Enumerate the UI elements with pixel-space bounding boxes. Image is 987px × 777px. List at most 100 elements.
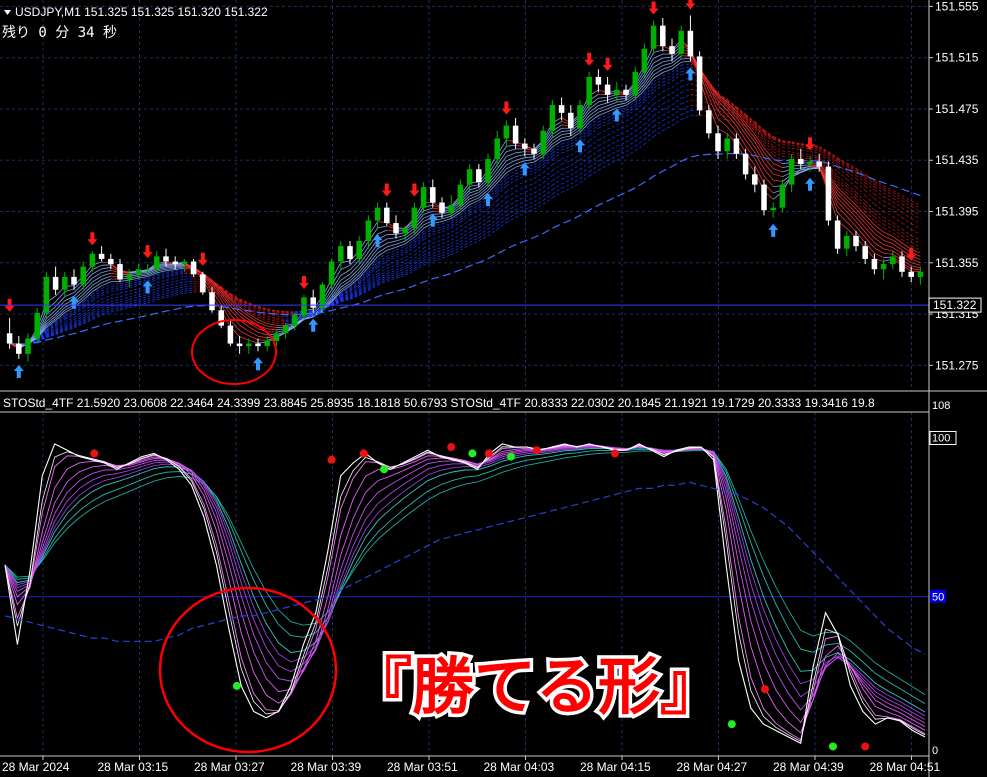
red-signal-dot (327, 455, 336, 464)
candle-body (71, 276, 77, 285)
candle-body (282, 325, 289, 334)
candle-body (273, 333, 280, 342)
green-signal-dot (232, 681, 241, 690)
candle-body (43, 276, 50, 313)
candle-body (338, 246, 344, 262)
green-signal-dot (727, 720, 736, 729)
candle-body (301, 297, 307, 316)
indicator-tick-label: 50 (932, 592, 944, 604)
price-tick-label: 151.395 (935, 205, 979, 219)
candle-body (402, 228, 408, 234)
chart-canvas[interactable]: 151.555 151.515 151.475 151.435 151.395 151.3… (0, 0, 987, 777)
candle-body (531, 148, 537, 154)
candle-body (154, 256, 160, 270)
candle-body (356, 241, 362, 259)
candle-body (825, 166, 832, 221)
candle-body (476, 169, 482, 183)
candle-body (577, 105, 583, 129)
candle-body (595, 76, 602, 85)
candle-body (439, 202, 445, 213)
candle-body (420, 187, 427, 208)
candle-body (761, 184, 767, 211)
red-signal-dot (610, 449, 619, 458)
red-signal-dot (359, 449, 368, 458)
candle-body (319, 284, 326, 308)
indicator-tick-label: 108 (932, 400, 950, 412)
candle-body (126, 274, 132, 280)
candle-body (16, 343, 22, 354)
candle-body (384, 207, 390, 224)
red-signal-dot (532, 446, 541, 455)
candle-body (512, 125, 519, 144)
candle-body (328, 261, 335, 285)
candle-body (742, 153, 749, 175)
candle-body (200, 274, 206, 293)
candle-body (715, 133, 721, 152)
time-tick-label: 28 Mar 03:15 (98, 760, 169, 774)
time-tick-label: 28 Mar 2024 (2, 760, 70, 774)
candle-body (779, 184, 786, 208)
price-tick-label: 151.275 (935, 358, 979, 372)
time-tick-label: 28 Mar 03:27 (194, 760, 265, 774)
candle-body (632, 71, 638, 95)
ma-ribbon-segment (681, 58, 691, 60)
candle-body (34, 312, 40, 339)
winning-shape-annotation: 『勝てる形』 (350, 650, 722, 723)
candle-body (862, 246, 868, 259)
candle-body (549, 105, 556, 131)
price-tick-label: 151.435 (935, 153, 979, 167)
candle-body (135, 269, 142, 275)
candle-timer: 残り 0 分 34 秒 (2, 25, 117, 41)
indicator-label: STOStd_4TF 21.5920 23.0608 22.3464 24.33… (3, 396, 875, 410)
candle-body (374, 207, 381, 221)
candle-body (430, 187, 436, 203)
candle-body (604, 84, 611, 95)
candle-body (807, 161, 813, 165)
current-price-label: 151.322 (933, 298, 977, 312)
candle-body (696, 56, 703, 111)
candle-body (448, 205, 454, 213)
candle-body (678, 30, 684, 54)
candle-body (227, 325, 234, 344)
candle-body (347, 246, 353, 259)
candle-body (733, 138, 740, 154)
candle-body (540, 130, 546, 154)
time-tick-label: 28 Mar 04:15 (580, 760, 651, 774)
candle-body (209, 292, 215, 311)
candle-body (568, 112, 574, 129)
green-signal-dot (507, 452, 515, 461)
candle-body (650, 25, 657, 49)
price-tick-label: 151.515 (935, 51, 979, 65)
time-tick-label: 28 Mar 04:03 (484, 760, 555, 774)
candle-body (264, 341, 270, 347)
candle-body (292, 315, 298, 326)
candle-body (586, 76, 592, 106)
candle-body (669, 46, 675, 54)
green-signal-dot (829, 742, 837, 751)
candle-body (485, 158, 491, 183)
candle-body (788, 158, 795, 185)
candle-body (181, 261, 188, 265)
candle-body (218, 310, 224, 326)
candle-body (614, 89, 620, 95)
candle-body (770, 207, 776, 211)
candle-body (706, 110, 712, 134)
candle-body (522, 143, 528, 149)
candle-body (117, 264, 123, 280)
green-signal-dot (468, 449, 477, 458)
candle-body (236, 343, 243, 347)
time-tick-label: 28 Mar 04:39 (773, 760, 844, 774)
candle-body (917, 271, 924, 277)
candle-body (25, 338, 31, 354)
candle-body (641, 48, 648, 72)
candle-body (310, 297, 316, 308)
candle-body (899, 256, 905, 272)
red-signal-dot (861, 742, 870, 751)
candle-body (80, 266, 86, 285)
candle-body (660, 25, 666, 47)
time-tick-label: 28 Mar 03:39 (291, 760, 362, 774)
red-signal-dot (90, 449, 99, 458)
candle-body (834, 220, 841, 249)
candle-body (798, 158, 804, 165)
candle-body (98, 253, 105, 259)
